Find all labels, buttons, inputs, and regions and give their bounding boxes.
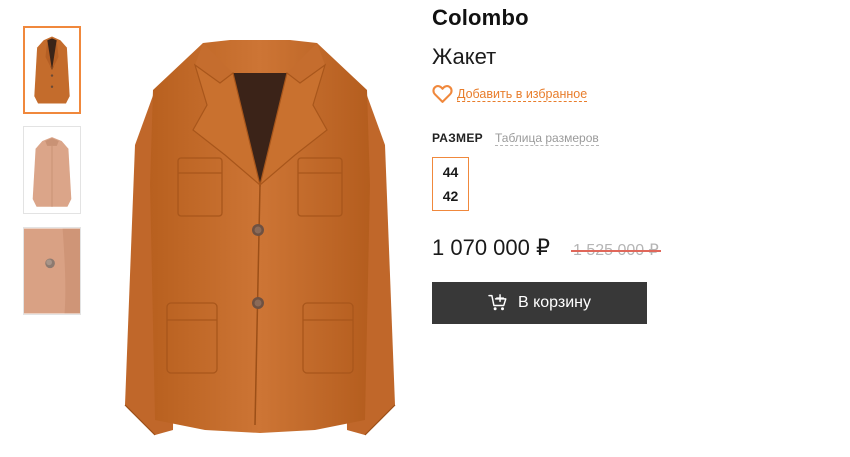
current-price: 1 070 000 ₽: [432, 235, 550, 260]
old-price: 1 525 000 ₽: [571, 242, 661, 259]
size-chart-link[interactable]: Таблица размеров: [495, 132, 599, 146]
add-to-cart-button[interactable]: В корзину: [432, 282, 647, 324]
size-option-42[interactable]: 42: [443, 184, 459, 208]
add-to-favorites-link[interactable]: Добавить в избранное: [432, 84, 588, 104]
product-main-image: [115, 35, 405, 440]
product-title: Жакет: [432, 44, 497, 69]
add-to-cart-label: В корзину: [517, 294, 592, 311]
heart-icon: [432, 85, 453, 103]
thumbnail-jacket-front[interactable]: [23, 26, 81, 114]
size-heading: РАЗМЕР: [432, 131, 483, 145]
size-selector[interactable]: 44 42: [432, 157, 469, 211]
thumbnail-jacket-front-image: [25, 29, 79, 111]
add-to-favorites-label: Добавить в избранное: [457, 86, 588, 102]
thumbnail-button-closeup[interactable]: [23, 227, 81, 315]
thumbnail-jacket-back-image: [24, 127, 80, 213]
thumbnail-button-closeup-image: [24, 228, 80, 314]
cart-plus-icon: [488, 294, 507, 311]
brand-name[interactable]: Colombo: [432, 5, 529, 31]
thumbnail-jacket-back[interactable]: [23, 126, 81, 214]
jacket-illustration: [124, 40, 396, 436]
size-option-44[interactable]: 44: [443, 160, 459, 184]
